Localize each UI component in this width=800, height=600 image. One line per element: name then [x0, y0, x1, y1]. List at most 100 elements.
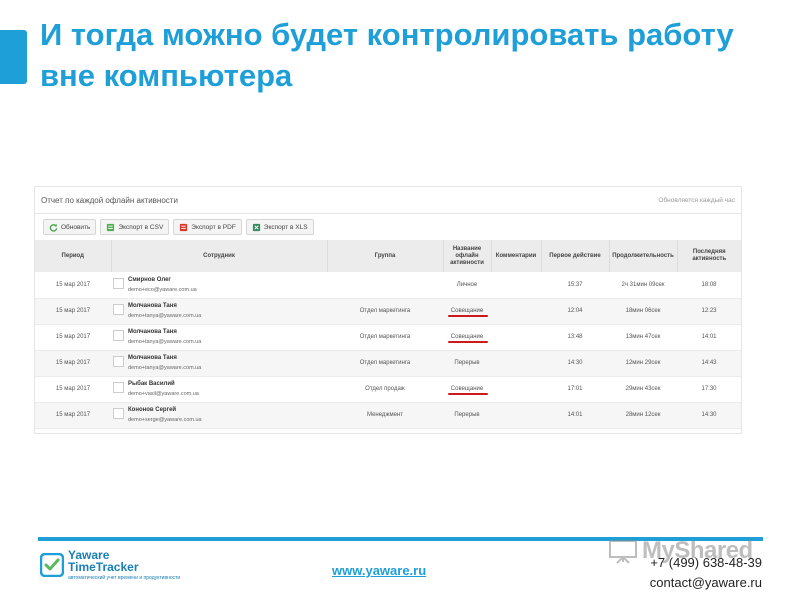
cell-group: Отдел маркетинга [327, 350, 443, 377]
export-xls-button[interactable]: Экспорт в XLS [245, 219, 314, 235]
cell-period: 15 мар 2017 [35, 324, 111, 351]
cell-period: 15 мар 2017 [35, 402, 111, 429]
cell-period: 15 мар 2017 [35, 376, 111, 403]
cell-duration: 12мин 29сек [609, 350, 677, 377]
column-header-period[interactable]: Период [35, 240, 112, 272]
cell-last-activity: 14:30 [677, 402, 741, 429]
report-table: Период Сотрудник Группа Название офлайн … [35, 240, 741, 429]
cell-first-action: 14:30 [541, 350, 609, 377]
cell-first-action: 15:37 [541, 272, 609, 299]
cell-group: Отдел продаж [327, 376, 443, 403]
cell-comments [491, 324, 541, 351]
cell-comments [491, 402, 541, 429]
employee-email: demo+serge@yaware.com.ua [128, 417, 202, 423]
export-pdf-label: Экспорт в PDF [191, 223, 236, 231]
avatar [113, 330, 124, 341]
activity-name: Перерыв [454, 360, 480, 366]
employee-name: Молчанова Таня [128, 329, 177, 335]
avatar [113, 277, 124, 289]
cell-activity: Перерыв [443, 402, 491, 429]
cell-activity: Совещание [443, 376, 491, 403]
refresh-button[interactable]: Обновить [43, 219, 97, 235]
avatar [113, 408, 124, 419]
employee-name: Смирнов Олег [128, 276, 171, 283]
table-row[interactable]: 15 мар 2017 Молчанова Таня demo+tanya@yaw… [35, 324, 741, 351]
cell-duration: 28мин 12сек [609, 402, 677, 429]
cell-employee: Рыбак Василий demo+vasil@yaware.com.ua [111, 376, 327, 403]
export-csv-button[interactable]: Экспорт в CSV [100, 219, 170, 235]
employee-email: demo+tanya@yaware.com.ua [128, 313, 202, 319]
cell-duration: 2ч 31мин 09сек [609, 272, 677, 299]
table-row[interactable]: 15 мар 2017 Молчанова Таня demo+tanya@yaw… [35, 350, 741, 377]
pdf-file-icon [180, 223, 188, 231]
logo-name-line2: TimeTracker [68, 560, 139, 574]
column-header-first-action[interactable]: Первое действие [541, 240, 610, 272]
activity-name-highlighted: Совещание [447, 308, 489, 317]
employee-name: Рыбак Василий [128, 381, 175, 387]
avatar [113, 304, 124, 315]
cell-group: Менеджмент [327, 402, 443, 429]
employee-name: Молчанова Таня [128, 355, 177, 361]
cell-period: 15 мар 2017 [35, 298, 111, 325]
cell-last-activity: 18:08 [677, 272, 741, 299]
cell-last-activity: 17:30 [677, 376, 741, 403]
employee-name: Кононов Сергей [128, 407, 177, 413]
column-header-duration[interactable]: Продолжительность [609, 240, 678, 272]
website-link[interactable]: www.yaware.ru [332, 563, 426, 578]
cell-last-activity: 14:43 [677, 350, 741, 377]
table-row[interactable]: 15 мар 2017 Смирнов Олег demo+eco@yaware.… [35, 272, 741, 299]
slide-title: И тогда можно будет контролировать работ… [40, 17, 734, 93]
cell-activity: Совещание [443, 324, 491, 351]
yaware-logo: Yaware TimeTracker автоматический учет в… [40, 549, 180, 581]
logo-tagline: автоматический учет времени и продуктивн… [68, 575, 181, 581]
cell-employee: Молчанова Таня demo+tanya@yaware.com.ua [111, 350, 327, 377]
cell-activity: Перерыв [443, 350, 491, 377]
employee-name: Молчанова Таня [128, 303, 177, 309]
activity-name: Личное [456, 281, 478, 288]
employee-email: demo+eco@yaware.com.ua [128, 286, 197, 293]
table-row[interactable]: 15 мар 2017 Кононов Сергей demo+serge@yaw… [35, 402, 741, 429]
report-toolbar: Обновить Экспорт в CSV Экспорт в PDF Экс… [35, 214, 741, 240]
cell-employee: Молчанова Таня demo+tanya@yaware.com.ua [111, 324, 327, 351]
csv-file-icon [107, 223, 115, 231]
cell-duration: 18мин 06сек [609, 298, 677, 325]
cell-comments [491, 298, 541, 325]
refresh-icon [49, 223, 58, 232]
cell-period: 15 мар 2017 [35, 350, 111, 377]
table-row[interactable]: 15 мар 2017 Рыбак Василий demo+vasil@yawa… [35, 376, 741, 403]
presentation-board-icon [609, 540, 637, 564]
avatar [113, 382, 124, 393]
offline-activity-report: Отчет по каждой офлайн активности Обновл… [34, 186, 742, 434]
cell-employee: Молчанова Таня demo+tanya@yaware.com.ua [111, 298, 327, 325]
cell-first-action: 13:48 [541, 324, 609, 351]
report-title: Отчет по каждой офлайн активности [41, 195, 178, 205]
xls-file-icon [252, 223, 260, 231]
cell-last-activity: 12:23 [677, 298, 741, 325]
column-header-comments[interactable]: Комментарии [491, 240, 542, 272]
employee-email: demo+vasil@yaware.com.ua [128, 391, 199, 397]
column-header-activity[interactable]: Название офлайн активности [443, 240, 492, 272]
employee-email: demo+tanya@yaware.com.ua [128, 365, 202, 371]
column-header-last-activity[interactable]: Последняя активность [677, 240, 741, 272]
refresh-label: Обновить [61, 223, 91, 231]
table-row[interactable]: 15 мар 2017 Молчанова Таня demo+tanya@yaw… [35, 298, 741, 325]
cell-duration: 29мин 43сек [609, 376, 677, 403]
cell-last-activity: 14:01 [677, 324, 741, 351]
phone-number: +7 (499) 638-48-39 [650, 555, 762, 570]
cell-employee: Смирнов Олег demo+eco@yaware.com.ua [111, 272, 327, 299]
column-header-employee[interactable]: Сотрудник [111, 240, 328, 272]
cell-comments [491, 376, 541, 403]
report-header: Отчет по каждой офлайн активности Обновл… [35, 187, 741, 214]
report-update-note: Обновляется каждый час [658, 196, 735, 204]
cell-activity: Совещание [443, 298, 491, 325]
column-header-group[interactable]: Группа [327, 240, 444, 272]
contact-email[interactable]: contact@yaware.ru [650, 573, 762, 593]
export-pdf-button[interactable]: Экспорт в PDF [173, 219, 242, 235]
activity-name: Перерыв [454, 412, 480, 418]
table-header-row: Период Сотрудник Группа Название офлайн … [35, 240, 741, 272]
cell-duration: 13мин 47сек [609, 324, 677, 351]
title-accent-bar [0, 30, 27, 84]
cell-group: Отдел маркетинга [327, 324, 443, 351]
cell-first-action: 17:01 [541, 376, 609, 403]
activity-name-highlighted: Совещание [447, 386, 489, 395]
